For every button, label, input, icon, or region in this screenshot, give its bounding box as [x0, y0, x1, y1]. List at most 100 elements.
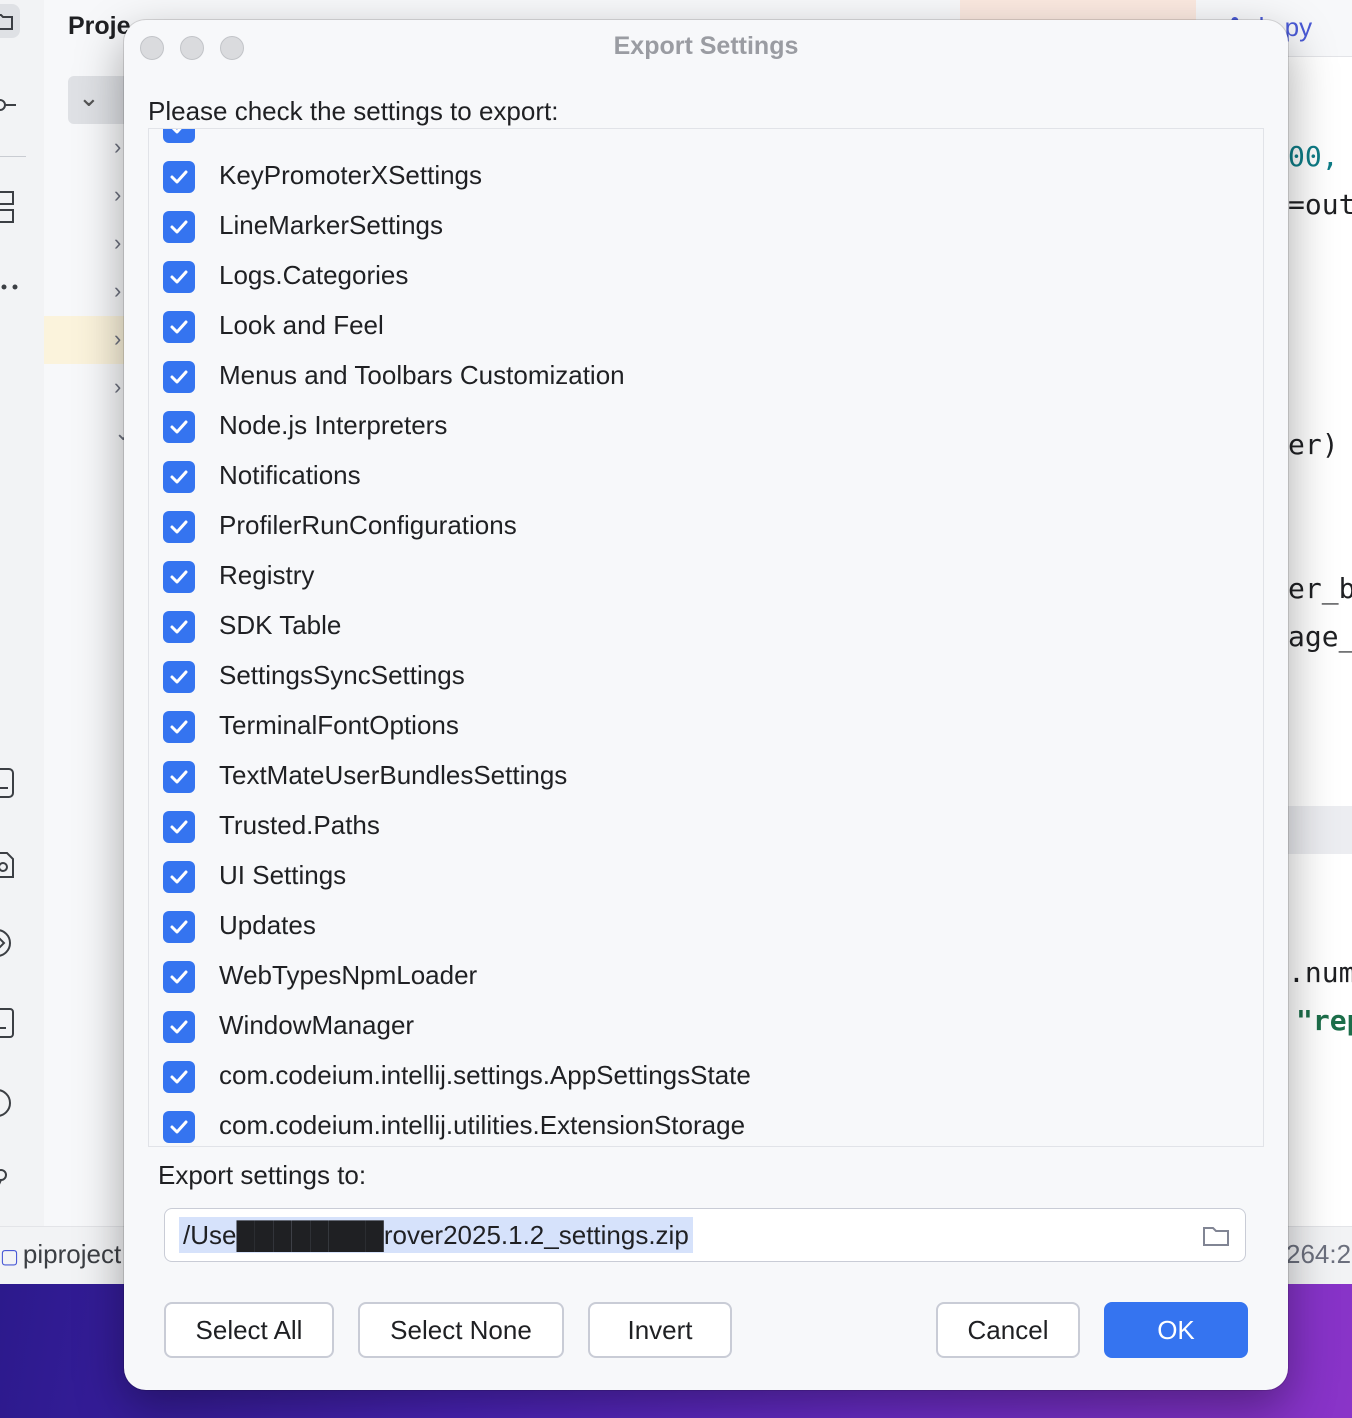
- settings-item-checkbox[interactable]: [163, 361, 195, 393]
- chevron-right-icon[interactable]: ›: [114, 182, 121, 208]
- python-console-icon[interactable]: [0, 766, 20, 800]
- settings-item-checkbox[interactable]: [163, 661, 195, 693]
- settings-item-label: Updates: [219, 910, 316, 940]
- dialog-title: Export Settings: [613, 32, 799, 60]
- settings-item[interactable]: Node.js Interpreters: [149, 402, 1263, 452]
- settings-item-checkbox[interactable]: [163, 561, 195, 593]
- checkmark-icon: [170, 570, 188, 584]
- settings-item-label: UI Settings: [219, 860, 347, 890]
- settings-item-checkbox[interactable]: [163, 129, 195, 143]
- settings-item-label: com.codeium.intellij.settings.AppSetting…: [219, 1060, 751, 1090]
- settings-item[interactable]: SDK Table: [149, 602, 1263, 652]
- settings-item[interactable]: Logs.Categories: [149, 252, 1263, 302]
- settings-item-label: WindowManager: [219, 1010, 415, 1040]
- settings-item-label: Notifications: [219, 460, 361, 490]
- settings-item-checkbox[interactable]: [163, 611, 195, 643]
- checkmark-icon: [170, 420, 188, 434]
- settings-item-checkbox[interactable]: [163, 461, 195, 493]
- settings-item[interactable]: KeyPromoterXSettings: [149, 152, 1263, 202]
- chevron-right-icon[interactable]: ›: [114, 374, 121, 400]
- settings-item[interactable]: Trusted.Paths: [149, 802, 1263, 852]
- checkmark-icon: [170, 1070, 188, 1084]
- terminal-icon[interactable]: [0, 1006, 20, 1040]
- settings-item-label: SDK Table: [219, 610, 342, 640]
- dialog-prompt: Please check the settings to export:: [148, 96, 559, 126]
- settings-item-checkbox[interactable]: [163, 1111, 195, 1143]
- settings-item-checkbox[interactable]: [163, 961, 195, 993]
- project-panel-title: Proje: [68, 12, 131, 40]
- settings-item[interactable]: Look and Feel: [149, 302, 1263, 352]
- cancel-button[interactable]: Cancel: [936, 1302, 1080, 1358]
- chevron-right-icon[interactable]: ›: [114, 326, 121, 352]
- status-caret-position[interactable]: 264:2: [1286, 1239, 1351, 1270]
- problems-icon[interactable]: [0, 1086, 20, 1120]
- settings-item-checkbox[interactable]: [163, 761, 195, 793]
- settings-item[interactable]: TextMateUserBundlesSettings: [149, 752, 1263, 802]
- chevron-right-icon[interactable]: ›: [114, 230, 121, 256]
- settings-item-checkbox[interactable]: [163, 811, 195, 843]
- settings-item-label: TerminalFontOptions: [219, 710, 459, 740]
- settings-item[interactable]: WindowManager: [149, 1002, 1263, 1052]
- settings-item[interactable]: Menus and Toolbars Customization: [149, 352, 1263, 402]
- settings-item[interactable]: LineMarkerSettings: [149, 202, 1263, 252]
- checkmark-icon: [170, 270, 188, 284]
- settings-item[interactable]: [149, 129, 1263, 152]
- settings-item-checkbox[interactable]: [163, 211, 195, 243]
- code-line: er): [1288, 428, 1339, 461]
- commit-tool-icon[interactable]: [0, 88, 20, 122]
- settings-item-checkbox[interactable]: [163, 161, 195, 193]
- browse-folder-icon[interactable]: [1201, 1221, 1231, 1251]
- settings-item-checkbox[interactable]: [163, 711, 195, 743]
- checkmark-icon: [170, 620, 188, 634]
- more-tools-icon[interactable]: [0, 270, 20, 304]
- settings-item-label: ProfilerRunConfigurations: [219, 510, 517, 540]
- chevron-right-icon[interactable]: ›: [114, 278, 121, 304]
- settings-item[interactable]: Updates: [149, 902, 1263, 952]
- structure-tool-icon[interactable]: [0, 190, 20, 224]
- settings-item-checkbox[interactable]: [163, 311, 195, 343]
- checkmark-icon: [170, 170, 188, 184]
- settings-item-label: Node.js Interpreters: [219, 410, 448, 440]
- code-line: "rep: [1296, 1004, 1352, 1037]
- settings-item-checkbox[interactable]: [163, 911, 195, 943]
- checkmark-icon: [170, 220, 188, 234]
- services-icon[interactable]: [0, 926, 20, 960]
- settings-item-label: KeyPromoterXSettings: [219, 160, 483, 190]
- status-project[interactable]: ▢ piproject: [0, 1239, 121, 1270]
- settings-item-checkbox[interactable]: [163, 261, 195, 293]
- export-path-label: Export settings to:: [158, 1160, 367, 1190]
- settings-item[interactable]: com.codeium.intellij.settings.AppSetting…: [149, 1052, 1263, 1102]
- chevron-down-icon: ⌄: [78, 82, 100, 112]
- settings-item[interactable]: SettingsSyncSettings: [149, 652, 1263, 702]
- export-path-field[interactable]: /Use████████rover2025.1.2_settings.zip: [164, 1208, 1246, 1262]
- settings-item-checkbox[interactable]: [163, 511, 195, 543]
- settings-item-label: Look and Feel: [219, 310, 384, 340]
- settings-item[interactable]: Notifications: [149, 452, 1263, 502]
- ok-button[interactable]: OK: [1104, 1302, 1248, 1358]
- settings-item[interactable]: ProfilerRunConfigurations: [149, 502, 1263, 552]
- project-tool-icon[interactable]: [0, 4, 20, 38]
- settings-item-checkbox[interactable]: [163, 861, 195, 893]
- select-none-button[interactable]: Select None: [358, 1302, 564, 1358]
- settings-checklist[interactable]: KeyPromoterXSettings LineMarkerSettings Lo…: [148, 128, 1264, 1147]
- code-line: =out: [1288, 188, 1352, 221]
- status-project-label: piproject: [22, 1239, 122, 1269]
- python-packages-icon[interactable]: [0, 848, 20, 882]
- settings-item[interactable]: com.codeium.intellij.utilities.Extension…: [149, 1102, 1263, 1146]
- chevron-right-icon[interactable]: ›: [114, 134, 121, 160]
- invert-button[interactable]: Invert: [588, 1302, 732, 1358]
- settings-item[interactable]: WebTypesNpmLoader: [149, 952, 1263, 1002]
- export-path-value[interactable]: /Use████████rover2025.1.2_settings.zip: [179, 1217, 693, 1253]
- git-icon[interactable]: [0, 1164, 20, 1198]
- settings-item-checkbox[interactable]: [163, 411, 195, 443]
- checkmark-icon: [170, 920, 188, 934]
- settings-item-label: WebTypesNpmLoader: [219, 960, 478, 990]
- select-all-button[interactable]: Select All: [164, 1302, 334, 1358]
- settings-item[interactable]: UI Settings: [149, 852, 1263, 902]
- settings-item[interactable]: Registry: [149, 552, 1263, 602]
- checkmark-icon: [170, 320, 188, 334]
- settings-item[interactable]: TerminalFontOptions: [149, 702, 1263, 752]
- settings-item-checkbox[interactable]: [163, 1011, 195, 1043]
- settings-item-checkbox[interactable]: [163, 1061, 195, 1093]
- settings-item-label: Menus and Toolbars Customization: [219, 360, 625, 390]
